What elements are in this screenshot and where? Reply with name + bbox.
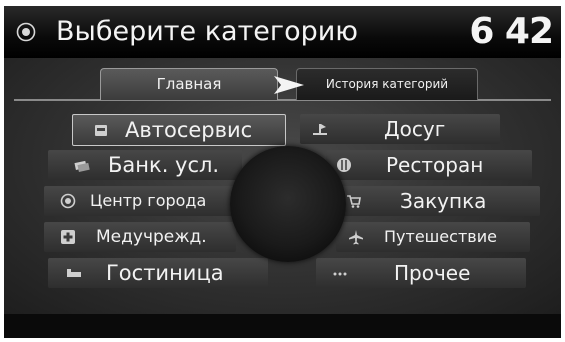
category-city-center[interactable]: Центр города <box>44 186 234 216</box>
category-car-service[interactable]: Автосервис <box>72 114 286 146</box>
category-label: Прочее <box>394 261 471 285</box>
tab-main[interactable]: Главная <box>100 68 278 100</box>
category-label: Гостиница <box>106 261 224 285</box>
selector-dial[interactable] <box>230 146 346 262</box>
category-travel[interactable]: Путешествие <box>336 222 530 252</box>
more-dots-icon <box>333 272 347 276</box>
airplane-icon <box>349 230 363 245</box>
car-service-icon <box>95 125 107 136</box>
category-hotel[interactable]: Гостиница <box>48 258 268 288</box>
category-label: Закупка <box>400 189 487 213</box>
category-bank[interactable]: Банк. усл. <box>48 150 242 180</box>
tab-category-history[interactable]: История категорий <box>296 68 478 100</box>
category-medical[interactable]: Медучрежд. <box>44 222 236 252</box>
category-label: Путешествие <box>384 227 497 246</box>
shopping-cart-icon <box>347 195 361 208</box>
nav-disc-icon <box>16 22 36 42</box>
category-label: Автосервис <box>125 118 253 142</box>
category-label: Досуг <box>384 117 446 141</box>
bottom-strip <box>4 314 561 338</box>
category-label: Медучрежд. <box>96 227 207 247</box>
restaurant-icon <box>337 158 351 172</box>
leisure-icon <box>313 124 327 135</box>
clock: 6 42 <box>469 11 554 52</box>
category-shopping[interactable]: Закупка <box>336 186 540 216</box>
city-center-icon <box>60 193 76 209</box>
category-label: Ресторан <box>386 153 484 177</box>
category-restaurant[interactable]: Ресторан <box>326 150 532 180</box>
category-label: Центр города <box>90 191 207 210</box>
medical-cross-icon <box>61 230 75 244</box>
tab-arrow-icon <box>274 76 304 94</box>
title-bar: Выберите категорию 6 42 <box>4 6 561 59</box>
category-other[interactable]: Прочее <box>316 258 526 288</box>
bank-icon <box>74 160 90 172</box>
hotel-bed-icon <box>67 269 81 277</box>
nav-screen: Выберите категорию 6 42 Главная История … <box>4 6 561 338</box>
page-title: Выберите категорию <box>56 16 359 47</box>
category-leisure[interactable]: Досуг <box>300 114 500 144</box>
category-label: Банк. усл. <box>108 153 220 177</box>
